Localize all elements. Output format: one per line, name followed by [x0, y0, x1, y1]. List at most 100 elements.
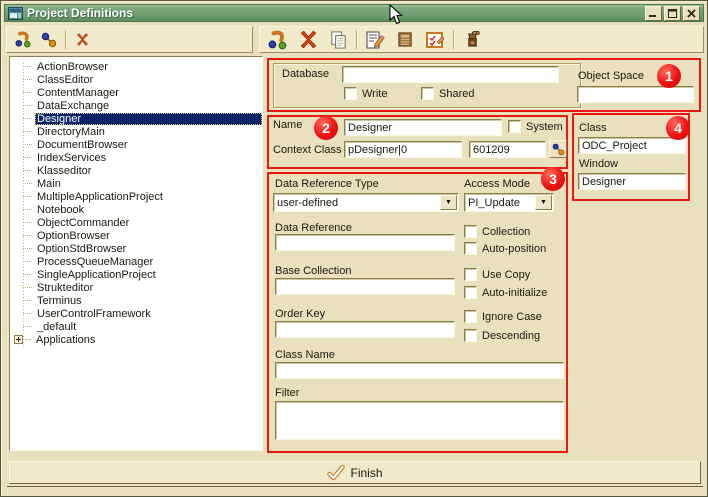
context-class-input[interactable] — [344, 141, 462, 158]
context-class-lookup-button[interactable] — [549, 140, 567, 158]
tree-item-label[interactable]: OptionStdBrowser — [35, 243, 128, 255]
edit-document-button[interactable] — [363, 28, 387, 51]
form-toolbar — [259, 26, 704, 53]
tree-item-applications[interactable]: Applications — [10, 333, 262, 346]
minimize-button[interactable] — [645, 6, 662, 21]
tree-item[interactable]: DataExchange — [10, 99, 262, 112]
tree-item-label[interactable]: ClassEditor — [35, 74, 95, 86]
tree-item[interactable]: SingleApplicationProject — [10, 268, 262, 281]
tree-item[interactable]: ObjectCommander — [10, 216, 262, 229]
annotation-badge-3: 3 — [541, 167, 565, 191]
order-key-input[interactable] — [275, 321, 455, 338]
connect-new-button[interactable] — [13, 30, 33, 50]
delete-item-button[interactable] — [72, 30, 92, 50]
copy-button[interactable] — [326, 28, 350, 51]
tree-item-label[interactable]: Strukteditor — [35, 282, 95, 294]
tree-item[interactable]: Notebook — [10, 203, 262, 216]
expand-plus-icon[interactable] — [14, 335, 23, 344]
tree-item-label[interactable]: ObjectCommander — [35, 217, 131, 229]
shared-checkbox[interactable] — [421, 87, 434, 100]
window-input[interactable] — [578, 173, 686, 190]
context-class-id-input[interactable] — [469, 141, 546, 158]
tree-item-label[interactable]: Applications — [34, 334, 97, 346]
tree-item[interactable]: Terminus — [10, 294, 262, 307]
tree-item-label[interactable]: UserControlFramework — [35, 308, 153, 320]
close-button[interactable] — [683, 6, 700, 21]
tree-item[interactable]: ProcessQueueManager — [10, 255, 262, 268]
tree-item-selected[interactable]: Designer — [10, 112, 262, 125]
name-input[interactable] — [344, 119, 502, 136]
system-checkbox-label: System — [526, 121, 563, 133]
auto-initialize-checkbox[interactable] — [464, 286, 477, 299]
tree-item-label[interactable]: Designer — [35, 113, 262, 125]
grinder-button[interactable] — [460, 28, 484, 51]
base-collection-input[interactable] — [275, 278, 455, 295]
dropdown-arrow-icon[interactable]: ▼ — [535, 195, 552, 210]
connect-new-button-2[interactable] — [266, 28, 290, 51]
tree-item[interactable]: OptionStdBrowser — [10, 242, 262, 255]
database-input[interactable] — [342, 66, 559, 83]
tree-item-label[interactable]: Terminus — [35, 295, 84, 307]
card-box-button[interactable] — [393, 28, 417, 51]
project-definitions-window: Project Definitions — [0, 0, 708, 497]
data-reference-type-select[interactable]: user-defined ▼ — [273, 193, 459, 212]
class-input[interactable] — [578, 137, 686, 154]
tree-item-label[interactable]: Main — [35, 178, 63, 190]
data-reference-input[interactable] — [275, 234, 455, 251]
descending-checkbox[interactable] — [464, 329, 477, 342]
tree-item[interactable]: MultipleApplicationProject — [10, 190, 262, 203]
tree-item[interactable]: _default — [10, 320, 262, 333]
dropdown-arrow-icon[interactable]: ▼ — [440, 195, 457, 210]
filter-textarea[interactable] — [275, 401, 564, 440]
titlebar[interactable]: Project Definitions — [4, 4, 704, 22]
toolbar-separator — [356, 30, 357, 49]
tree-item[interactable]: Strukteditor — [10, 281, 262, 294]
delete-button[interactable] — [296, 28, 320, 51]
tree-item-label[interactable]: DocumentBrowser — [35, 139, 129, 151]
tree-item-label[interactable]: Klasseditor — [35, 165, 93, 177]
maximize-button[interactable] — [664, 6, 681, 21]
object-space-input[interactable] — [577, 86, 694, 103]
grinder-icon — [463, 30, 482, 49]
tree-item[interactable]: Klasseditor — [10, 164, 262, 177]
auto-position-checkbox[interactable] — [464, 242, 477, 255]
tree-item-label[interactable]: SingleApplicationProject — [35, 269, 158, 281]
ignore-case-checkbox[interactable] — [464, 310, 477, 323]
tree-item-label[interactable]: _default — [35, 321, 78, 333]
tree-item-label[interactable]: MultipleApplicationProject — [35, 191, 165, 203]
order-key-label: Order Key — [275, 308, 325, 320]
tree-item[interactable]: OptionBrowser — [10, 229, 262, 242]
project-tree[interactable]: ActionBrowser ClassEditor ContentManager… — [9, 56, 263, 451]
tree-item[interactable]: ContentManager — [10, 86, 262, 99]
tree-item-label[interactable]: Notebook — [35, 204, 86, 216]
database-label: Database — [282, 68, 329, 80]
ignore-case-checkbox-label: Ignore Case — [482, 311, 542, 323]
write-checkbox-label: Write — [362, 88, 387, 100]
tree-item[interactable]: UserControlFramework — [10, 307, 262, 320]
write-checkbox[interactable] — [344, 87, 357, 100]
tree-item[interactable]: ActionBrowser — [10, 60, 262, 73]
tree-item[interactable]: DirectoryMain — [10, 125, 262, 138]
name-label: Name — [273, 119, 302, 131]
system-checkbox[interactable] — [508, 120, 521, 133]
tree-item[interactable]: DocumentBrowser — [10, 138, 262, 151]
tree-item-label[interactable]: OptionBrowser — [35, 230, 112, 242]
tree-item-label[interactable]: IndexServices — [35, 152, 108, 164]
connect-new-icon — [268, 30, 288, 50]
access-mode-select[interactable]: PI_Update ▼ — [464, 193, 554, 212]
tree-item-label[interactable]: ContentManager — [35, 87, 121, 99]
tree-item[interactable]: ClassEditor — [10, 73, 262, 86]
use-copy-checkbox[interactable] — [464, 268, 477, 281]
tree-item-label[interactable]: DirectoryMain — [35, 126, 107, 138]
tree-item-label[interactable]: ActionBrowser — [35, 61, 110, 73]
tree-item[interactable]: Main — [10, 177, 262, 190]
class-name-input[interactable] — [275, 362, 564, 379]
collection-checkbox[interactable] — [464, 225, 477, 238]
finish-button[interactable]: Finish — [9, 461, 701, 484]
link-button[interactable] — [39, 30, 59, 50]
tree-item[interactable]: IndexServices — [10, 151, 262, 164]
link-icon — [41, 32, 57, 48]
tree-item-label[interactable]: ProcessQueueManager — [35, 256, 155, 268]
tree-item-label[interactable]: DataExchange — [35, 100, 111, 112]
check-document-button[interactable] — [423, 28, 447, 51]
